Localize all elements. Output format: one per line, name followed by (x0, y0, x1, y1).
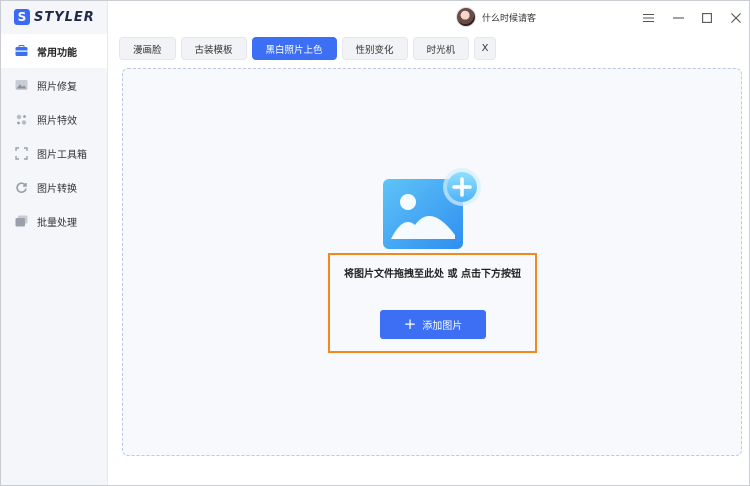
toolbox-icon (15, 45, 28, 58)
logo-mark: S (14, 9, 30, 25)
maximize-icon (702, 8, 712, 27)
add-image-illustration-icon (383, 167, 485, 253)
menu-icon (642, 8, 654, 27)
username: 什么时候请客 (482, 13, 537, 24)
sidebar-item-photo-effects[interactable]: 照片特效 (1, 102, 107, 136)
tab-gender-swap[interactable]: 性别变化 (341, 37, 408, 60)
feature-tabs: 漫画脸 古装模板 黑白照片上色 性别变化 时光机 X (119, 37, 501, 60)
sidebar-item-label: 图片工具箱 (37, 149, 87, 161)
sidebar-item-label: 照片特效 (37, 115, 77, 127)
close-tabs-button[interactable]: X (474, 37, 497, 60)
drop-hint-text: 将图片文件拖拽至此处 或 点击下方按钮 (344, 269, 521, 280)
sidebar-item-label: 照片修复 (37, 81, 77, 93)
sidebar-item-image-convert[interactable]: 图片转换 (1, 170, 107, 204)
sidebar-item-common-functions[interactable]: 常用功能 (1, 34, 107, 68)
tab-ancient-costume[interactable]: 古装模板 (180, 37, 247, 60)
sidebar-nav: 常用功能 照片修复 照片特效 图片工具箱 图片转换 批量处理 (1, 34, 107, 238)
sidebar-item-label: 批量处理 (37, 217, 77, 229)
crop-frame-icon (15, 146, 28, 160)
sidebar-item-photo-repair[interactable]: 照片修复 (1, 68, 107, 102)
batch-icon (15, 215, 28, 228)
maximize-button[interactable] (698, 8, 716, 26)
convert-icon (15, 181, 28, 194)
menu-button[interactable] (639, 8, 657, 26)
tab-comic-face[interactable]: 漫画脸 (119, 37, 176, 60)
add-image-button-label: 添加图片 (422, 321, 463, 332)
close-window-button[interactable] (727, 8, 745, 26)
tab-time-machine[interactable]: 时光机 (412, 37, 470, 60)
avatar[interactable] (456, 7, 476, 27)
minimize-button[interactable] (669, 8, 687, 26)
upload-highlight-box: 将图片文件拖拽至此处 或 点击下方按钮 + 添加图片 (328, 253, 537, 353)
sidebar: S STYLER 常用功能 照片修复 照片特效 图片工具箱 图片转换 批量处理 (1, 1, 108, 485)
photo-repair-icon (15, 79, 28, 92)
image-drop-zone[interactable]: 将图片文件拖拽至此处 或 点击下方按钮 + 添加图片 (122, 68, 742, 456)
title-bar: 什么时候请客 (108, 1, 749, 34)
app-logo: S STYLER (14, 8, 95, 26)
sparkle-icon (15, 113, 28, 126)
user-profile[interactable]: 什么时候请客 (456, 7, 536, 27)
add-image-button[interactable]: + 添加图片 (380, 310, 486, 339)
sidebar-item-label: 图片转换 (37, 183, 77, 195)
sidebar-item-image-toolbox[interactable]: 图片工具箱 (1, 136, 107, 170)
sidebar-item-batch-process[interactable]: 批量处理 (1, 204, 107, 238)
tab-colorize-bw-photo[interactable]: 黑白照片上色 (251, 37, 337, 60)
sidebar-item-label: 常用功能 (37, 47, 77, 59)
plus-icon: + (403, 315, 417, 333)
logo-text: STYLER (34, 9, 95, 25)
app-window: S STYLER 常用功能 照片修复 照片特效 图片工具箱 图片转换 批量处理 … (0, 0, 750, 486)
minimize-icon (672, 8, 684, 27)
close-icon (731, 8, 741, 27)
